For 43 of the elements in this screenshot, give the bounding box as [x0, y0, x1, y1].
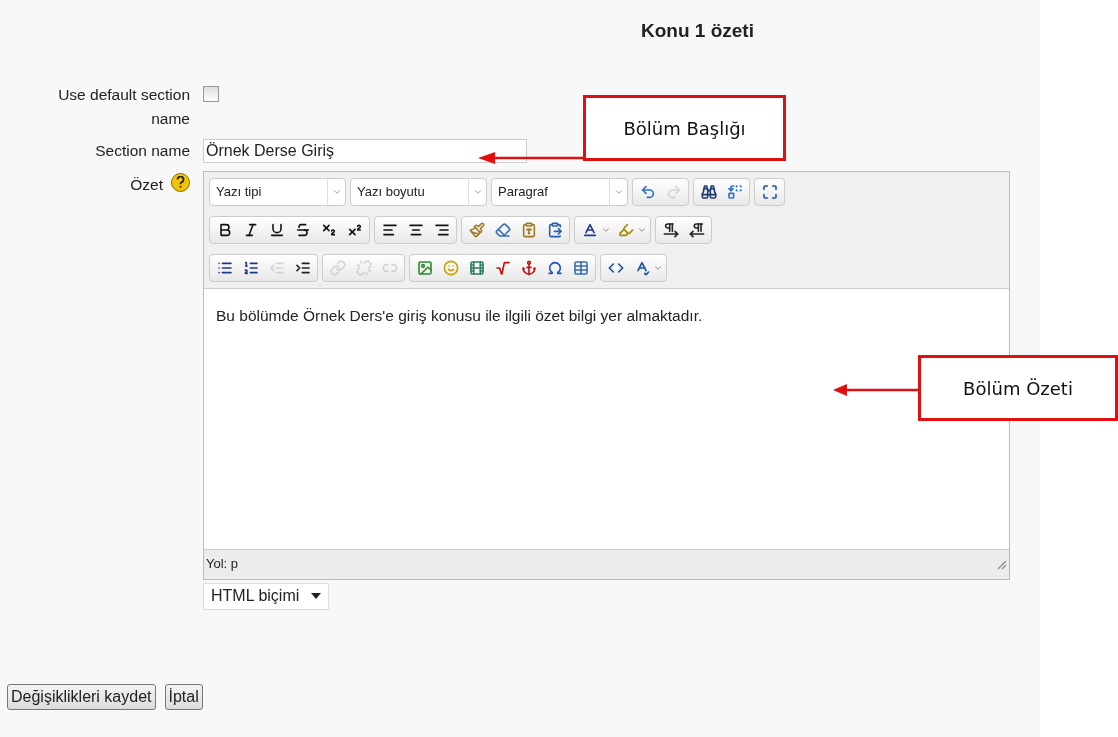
undo-icon: [639, 183, 656, 200]
help-icon[interactable]: [171, 172, 190, 192]
underline-icon: [268, 221, 285, 238]
numbered-list-icon: [242, 259, 259, 276]
element-path: Yol: p: [206, 555, 239, 574]
unlink-icon: [355, 259, 372, 276]
brush-icon: [468, 221, 485, 238]
strikethrough-icon: [294, 221, 311, 238]
link-icon: [329, 259, 346, 276]
toolbar-dropdown[interactable]: Yazı tipi: [209, 177, 346, 206]
radical-icon: [494, 259, 511, 276]
callout-text: Bölüm Başlığı: [623, 116, 746, 141]
section-name-field[interactable]: Örnek Derse Giriş: [203, 138, 527, 163]
paste-text-icon: [520, 221, 537, 238]
text-color-icon: [581, 221, 598, 238]
page-title: Konu 1 özeti: [641, 20, 754, 41]
ltr-icon: [662, 221, 679, 238]
omega-icon: [546, 259, 563, 276]
image-icon: [416, 259, 433, 276]
resize-handle-icon[interactable]: [995, 558, 1007, 570]
field-label: Özet: [130, 174, 163, 195]
binoculars-icon: [700, 183, 717, 200]
table-icon: [572, 259, 589, 276]
eraser-icon: [494, 221, 511, 238]
format-dropdown[interactable]: HTML biçimi: [203, 582, 330, 610]
redo-icon: [665, 183, 682, 200]
toolbar-dropdown[interactable]: Paragraf: [491, 177, 628, 206]
field-label: Section name: [95, 141, 190, 159]
highlighter-icon: [617, 221, 634, 238]
film-icon: [468, 259, 485, 276]
cancel-button[interactable]: İptal: [164, 683, 203, 710]
paste-word-icon: [546, 221, 563, 238]
editor-text: Bu bölümde Örnek Ders'e giriş konusu ile ilgili özet bilgi yer almaktadır.: [216, 305, 704, 326]
caret-icon: [311, 593, 322, 599]
anchor-icon: [520, 259, 537, 276]
replace-icon: [726, 183, 743, 200]
fullscreen-icon: [761, 183, 778, 200]
smiley-icon: [442, 259, 459, 276]
save-button[interactable]: Değişiklikleri kaydet: [7, 683, 156, 710]
rtl-icon: [688, 221, 705, 238]
checkbox[interactable]: [203, 85, 219, 102]
toolbar-dropdown[interactable]: Yazı boyutu: [350, 177, 487, 206]
field-label: Use default section name: [57, 84, 190, 129]
